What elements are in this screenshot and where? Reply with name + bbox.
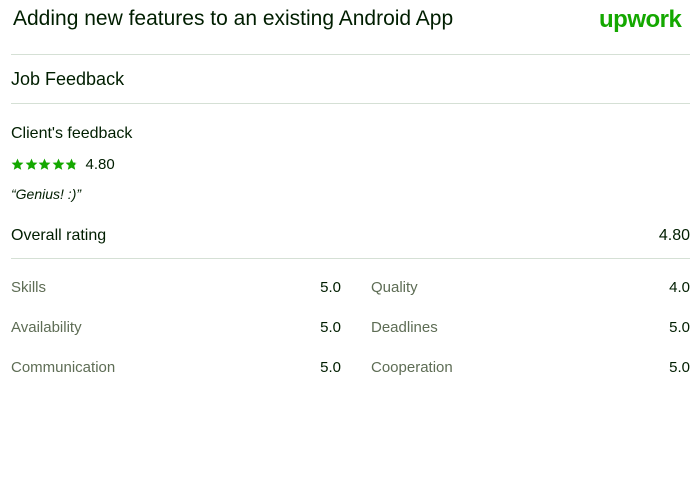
metric-cooperation: Cooperation 5.0 [371, 359, 690, 379]
section-divider [11, 103, 690, 104]
star-icon [52, 158, 65, 171]
metric-label: Communication [11, 359, 116, 376]
star-icon [11, 158, 24, 171]
logo-text: upwork [599, 6, 682, 33]
metric-label: Quality [371, 279, 418, 296]
overall-divider [11, 258, 690, 259]
metric-label: Skills [11, 279, 47, 296]
client-rating-value: 4.80 [85, 155, 115, 173]
star-icon [38, 158, 51, 171]
metric-value: 5.0 [669, 359, 690, 376]
metric-value: 5.0 [320, 279, 341, 296]
metric-availability: Availability 5.0 [11, 319, 341, 339]
overall-rating-label: Overall rating [11, 227, 107, 244]
metric-quality: Quality 4.0 [371, 279, 690, 299]
metric-value: 5.0 [669, 319, 690, 336]
star-rating [11, 158, 79, 171]
star-icon [65, 158, 78, 171]
metric-label: Deadlines [371, 319, 438, 336]
metric-label: Availability [11, 319, 82, 336]
metric-value: 4.0 [669, 279, 690, 296]
metric-label: Cooperation [371, 359, 453, 376]
client-feedback-label: Client's feedback [11, 125, 133, 142]
metric-communication: Communication 5.0 [11, 359, 341, 379]
section-title: Job Feedback [11, 69, 125, 89]
job-title: Adding new features to an existing Andro… [13, 7, 454, 30]
overall-rating-value: 4.80 [658, 227, 690, 244]
header: Adding new features to an existing Andro… [0, 0, 700, 54]
metric-deadlines: Deadlines 5.0 [371, 319, 690, 339]
client-rating-row: 4.80 [11, 155, 115, 173]
client-comment: “Genius! :)” [11, 186, 82, 202]
metric-value: 5.0 [320, 359, 341, 376]
metric-value: 5.0 [320, 319, 341, 336]
upwork-logo[interactable]: upwork [599, 6, 682, 34]
star-icon [25, 158, 38, 171]
header-divider [11, 54, 690, 55]
metric-skills: Skills 5.0 [11, 279, 341, 299]
